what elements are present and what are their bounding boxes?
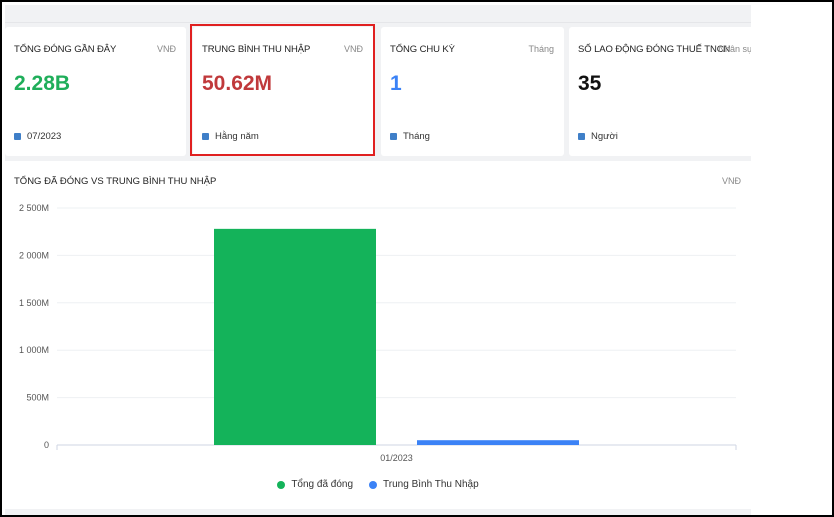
- y-tick-label: 2 000M: [19, 250, 49, 260]
- y-tick-label: 500M: [26, 393, 49, 403]
- card-unit: Nhân sự: [718, 44, 751, 54]
- bar-total-paid: [214, 228, 376, 445]
- y-tick-label: 1 500M: [19, 298, 49, 308]
- legend-dot-icon: [277, 480, 286, 489]
- top-bar: [5, 5, 751, 23]
- chart-legend: Tổng đã đóng Trung Bình Thu Nhập: [5, 479, 751, 490]
- legend-item-total-paid[interactable]: Tổng đã đóng: [277, 479, 353, 490]
- legend-dot-icon: [369, 480, 378, 489]
- card-average-income[interactable]: TRUNG BÌNH THU NHẬP VNĐ 50.62M Hằng năm: [193, 27, 373, 156]
- card-footer: 07/2023: [14, 131, 61, 142]
- card-footer-label: 07/2023: [27, 131, 62, 142]
- legend-item-average-income[interactable]: Trung Bình Thu Nhập: [369, 479, 479, 490]
- card-value: 2.28B: [14, 72, 71, 95]
- screenshot-frame: TỔNG ĐÓNG GẦN ĐÂY VNĐ 2.28B 07/2023 TRUN…: [0, 0, 834, 517]
- dashboard: TỔNG ĐÓNG GẦN ĐÂY VNĐ 2.28B 07/2023 TRUN…: [5, 5, 751, 515]
- bar-average-income: [417, 440, 579, 445]
- card-value: 50.62M: [202, 72, 273, 95]
- y-tick-label: 1 000M: [19, 345, 49, 355]
- card-footer-label: Người: [591, 131, 618, 142]
- square-icon: [578, 133, 585, 140]
- square-icon: [14, 133, 21, 140]
- card-taxpayer-count[interactable]: SỐ LAO ĐỘNG ĐÓNG THUẾ TNCN Nhân sự 35 Ng…: [569, 27, 751, 156]
- card-unit: Tháng: [528, 44, 554, 54]
- card-title: TỔNG CHU KỲ: [390, 44, 455, 55]
- bar-chart: 0 500M 1 000M 1 500M 2 000M 2 500M 01/2023: [19, 203, 737, 463]
- square-icon: [202, 133, 209, 140]
- legend-label: Tổng đã đóng: [291, 479, 354, 490]
- card-footer: Người: [578, 131, 618, 142]
- card-unit: VNĐ: [156, 44, 176, 54]
- y-tick-label: 0: [44, 440, 49, 450]
- card-title: SỐ LAO ĐỘNG ĐÓNG THUẾ TNCN: [578, 44, 731, 55]
- card-value: 1: [390, 72, 402, 95]
- card-footer-label: Hằng năm: [215, 131, 259, 142]
- card-unit: VNĐ: [343, 44, 363, 54]
- card-footer: Tháng: [390, 131, 430, 142]
- card-value: 35: [578, 72, 602, 95]
- legend-label: Trung Bình Thu Nhập: [383, 479, 479, 490]
- card-footer: Hằng năm: [202, 131, 259, 142]
- card-total-cycles[interactable]: TỔNG CHU KỲ Tháng 1 Tháng: [381, 27, 564, 156]
- card-footer-label: Tháng: [403, 131, 430, 142]
- x-tick-label: 01/2023: [380, 453, 413, 463]
- card-title: TỔNG ĐÓNG GẦN ĐÂY: [14, 44, 117, 55]
- card-title: TRUNG BÌNH THU NHẬP: [202, 44, 311, 55]
- card-total-recent[interactable]: TỔNG ĐÓNG GẦN ĐÂY VNĐ 2.28B 07/2023: [5, 27, 186, 156]
- chart-panel: TỔNG ĐÃ ĐÓNG VS TRUNG BÌNH THU NHẬP VNĐ …: [5, 161, 751, 509]
- y-tick-label: 2 500M: [19, 203, 49, 213]
- square-icon: [390, 133, 397, 140]
